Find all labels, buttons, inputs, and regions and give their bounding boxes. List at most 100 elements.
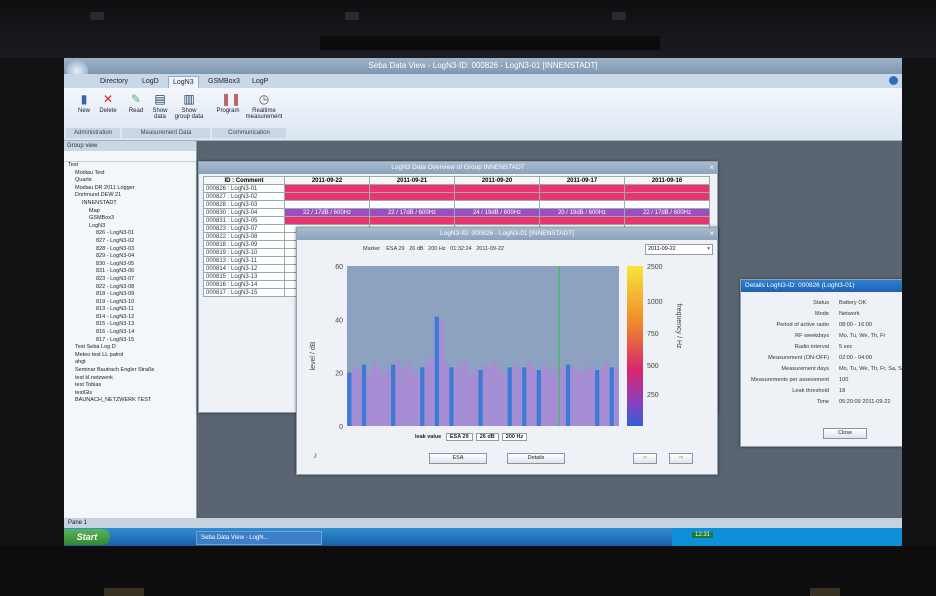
details-window-title: Details LogN3-ID: 000826 (LogN3-01)	[741, 280, 902, 292]
table-cell[interactable]	[284, 216, 370, 225]
tree-item[interactable]: 823 - LogN3-07	[68, 276, 196, 284]
next-arrow-icon[interactable]: ⇨	[669, 453, 693, 464]
table-cell[interactable]	[369, 192, 455, 201]
tree-item[interactable]: Modiau Test	[68, 170, 196, 178]
tree-item[interactable]: 816 - LogN3-14	[68, 329, 196, 337]
tree-item[interactable]: test Tobias	[68, 382, 196, 390]
tree-item[interactable]: Map	[68, 208, 196, 216]
table-row[interactable]: 000830 : LogN3-04 22 / 17dB / 600Hz 22 / 1…	[203, 208, 710, 217]
tree-item[interactable]: Quarte	[68, 177, 196, 185]
marker-label: Marker	[363, 246, 381, 252]
tab-logp[interactable]: LogP	[248, 76, 272, 88]
tree-item[interactable]: 819 - LogN3-10	[68, 299, 196, 307]
tree-item[interactable]: INNENSTADT	[68, 200, 196, 208]
show-data-button[interactable]: ▤ Show data	[148, 92, 172, 120]
show-group-data-button[interactable]: ▥ Show group data	[174, 92, 204, 120]
tree-item[interactable]: Modiau DR 2011 Logger	[68, 185, 196, 193]
taskbar-item[interactable]: Seba Data View - LogN...	[196, 531, 322, 545]
tray-clock[interactable]: 12:31	[692, 532, 714, 538]
date-header[interactable]: 2011-09-20	[454, 176, 540, 185]
laptop-bezel	[0, 0, 936, 58]
start-button[interactable]: Start	[64, 529, 110, 545]
table-cell[interactable]	[454, 184, 540, 193]
table-cell[interactable]	[284, 192, 370, 201]
read-button[interactable]: ✎ Read	[124, 92, 148, 114]
table-cell[interactable]	[369, 200, 455, 209]
table-cell[interactable]	[369, 184, 455, 193]
program-button[interactable]: ❚❚ Program	[216, 92, 241, 114]
table-cell[interactable]: 22 / 17dB / 600Hz	[284, 208, 370, 217]
table-cell[interactable]	[624, 216, 710, 225]
tree-item[interactable]: Seminar Bautrach Engler Straße	[68, 367, 196, 375]
detail-row: RF weekdays Mo, Tu, We, Th, Fr	[741, 333, 902, 344]
tree-item[interactable]: 814 - LogN3-12	[68, 314, 196, 322]
tree-item[interactable]: test kl.netzwerk	[68, 375, 196, 383]
tree-item[interactable]: 828 - LogN3-03	[68, 246, 196, 254]
tree-item[interactable]: 815 - LogN3-13	[68, 321, 196, 329]
new-button[interactable]: ▮ New	[72, 92, 96, 114]
realtime-measurement-button[interactable]: ◷ Realtime measurement	[244, 92, 284, 120]
tree-item[interactable]: 827 - LogN3-02	[68, 238, 196, 246]
table-cell[interactable]	[539, 200, 625, 209]
sound-icon[interactable]: ♪	[313, 450, 318, 460]
prev-arrow-icon[interactable]: ⇦	[633, 453, 657, 464]
chart-bar	[361, 364, 367, 426]
close-button[interactable]: Close	[823, 428, 867, 439]
date-header[interactable]: 2011-09-17	[539, 176, 625, 185]
tree-item[interactable]: 817 - LogN3-15	[68, 337, 196, 345]
table-cell[interactable]	[369, 216, 455, 225]
table-cell[interactable]: 22 / 17dB / 600Hz	[369, 208, 455, 217]
tree-item[interactable]: Test Seba Log D	[68, 344, 196, 352]
tree-item[interactable]: Dortmund DEW 21	[68, 192, 196, 200]
close-icon[interactable]: ×	[709, 162, 714, 174]
tab-logd[interactable]: LogD	[138, 76, 163, 88]
table-cell[interactable]	[539, 192, 625, 201]
date-header[interactable]: 2011-09-22	[284, 176, 370, 185]
table-cell[interactable]	[284, 200, 370, 209]
tree-item[interactable]: BAUNACH_NETZWERK TEST	[68, 397, 196, 405]
date-select[interactable]: 2011-09-22 ▾	[645, 244, 713, 255]
table-cell[interactable]	[624, 200, 710, 209]
chart-bar	[420, 367, 425, 426]
tab-gsmbox3[interactable]: GSMBox3	[204, 76, 244, 88]
date-header[interactable]: 2011-09-21	[369, 176, 455, 185]
table-cell[interactable]	[624, 192, 710, 201]
tree-item[interactable]: Test	[68, 162, 196, 170]
delete-button[interactable]: ✕ Delete	[96, 92, 120, 114]
table-cell[interactable]: 24 / 19dB / 600Hz	[454, 208, 540, 217]
date-header[interactable]: 2011-09-16	[624, 176, 710, 185]
tree-item[interactable]: 826 - LogN3-01	[68, 230, 196, 238]
chart-bar	[551, 372, 556, 426]
chart-bar	[463, 362, 469, 426]
tree-item[interactable]: ahgt	[68, 359, 196, 367]
table-cell[interactable]	[624, 184, 710, 193]
table-cell[interactable]	[454, 200, 540, 209]
tree-item[interactable]: 830 - LogN3-05	[68, 261, 196, 269]
table-cell[interactable]	[539, 216, 625, 225]
table-row[interactable]: 000827 : LogN3-02	[203, 192, 710, 201]
table-row[interactable]: 000831 : LogN3-05	[203, 216, 710, 225]
tree-item[interactable]: 822 - LogN3-08	[68, 284, 196, 292]
ribbon: ▮ New ✕ Delete ✎ Read ▤ Show data ▥ Show grou…	[64, 88, 902, 141]
tree-item[interactable]: Meteo test LL patrol	[68, 352, 196, 360]
table-cell[interactable]: 22 / 17dB / 600Hz	[624, 208, 710, 217]
tree-item[interactable]: GSMBox3	[68, 215, 196, 223]
table-cell[interactable]	[454, 192, 540, 201]
table-cell[interactable]	[454, 216, 540, 225]
tree-item[interactable]: LogN3	[68, 223, 196, 231]
table-cell[interactable]	[284, 184, 370, 193]
table-row[interactable]: 000828 : LogN3-03	[203, 200, 710, 209]
tree-item[interactable]: 829 - LogN3-04	[68, 253, 196, 261]
tree-item[interactable]: 818 - LogN3-09	[68, 291, 196, 299]
table-row[interactable]: 000826 : LogN3-01	[203, 184, 710, 193]
tree-item[interactable]: 813 - LogN3-11	[68, 306, 196, 314]
esa-button[interactable]: ESA	[429, 453, 487, 464]
tree-item[interactable]: testGls	[68, 390, 196, 398]
tab-directory[interactable]: Directory	[96, 76, 132, 88]
table-cell[interactable]	[539, 184, 625, 193]
close-icon[interactable]: ×	[709, 228, 714, 240]
tree-item[interactable]: 831 - LogN3-06	[68, 268, 196, 276]
table-cell[interactable]: 20 / 19dB / 600Hz	[539, 208, 625, 217]
details-button[interactable]: Details	[507, 453, 565, 464]
help-icon[interactable]	[889, 76, 898, 85]
